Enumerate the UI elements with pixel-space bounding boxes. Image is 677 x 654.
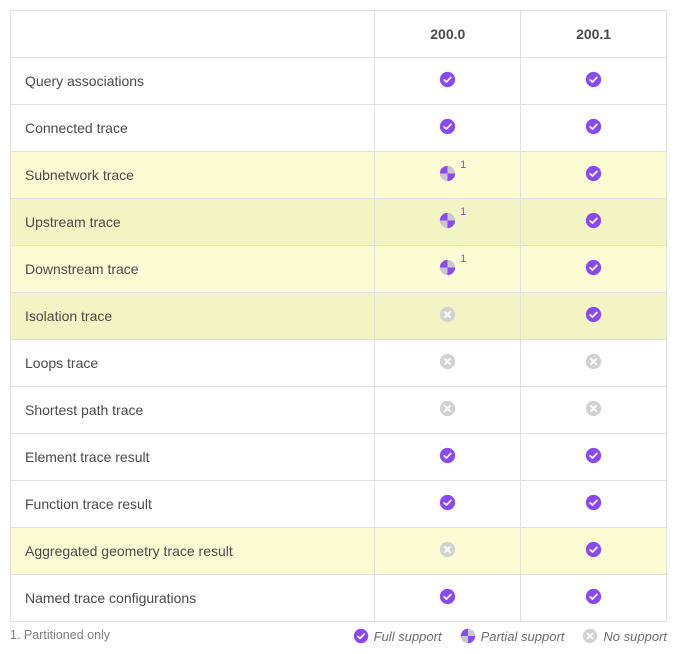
no-support-icon (439, 306, 456, 323)
no-support-icon (439, 400, 456, 417)
footnote: 1. Partitioned only (10, 628, 110, 642)
table-row: Shortest path trace (11, 387, 667, 434)
table-row: Subnetwork trace 1 (11, 152, 667, 199)
support-cell (521, 293, 667, 340)
full-support-icon (439, 447, 456, 464)
col-header-empty (11, 11, 375, 58)
support-cell (521, 246, 667, 293)
full-support-icon (353, 628, 369, 644)
legend-partial-label: Partial support (481, 629, 565, 644)
full-support-icon (585, 494, 602, 511)
row-label: Loops trace (11, 340, 375, 387)
table-row: Named trace configurations (11, 575, 667, 622)
support-cell (521, 434, 667, 481)
support-cell: 1 (375, 199, 521, 246)
partial-support-icon (460, 628, 476, 644)
support-cell (375, 58, 521, 105)
no-support-icon (585, 353, 602, 370)
support-cell (375, 481, 521, 528)
table-row: Connected trace (11, 105, 667, 152)
row-label: Element trace result (11, 434, 375, 481)
no-support-icon (585, 400, 602, 417)
full-support-icon (439, 588, 456, 605)
row-label: Upstream trace (11, 199, 375, 246)
legend-none-label: No support (603, 629, 667, 644)
legend-full-label: Full support (374, 629, 442, 644)
legend-full: Full support (353, 628, 442, 644)
support-cell (521, 481, 667, 528)
footnote-ref: 1 (460, 159, 466, 171)
row-label: Subnetwork trace (11, 152, 375, 199)
full-support-icon (439, 118, 456, 135)
support-cell (375, 434, 521, 481)
col-header-200-0: 200.0 (375, 11, 521, 58)
row-label: Function trace result (11, 481, 375, 528)
support-cell (375, 528, 521, 575)
full-support-icon (585, 212, 602, 229)
support-cell (375, 387, 521, 434)
table-row: Element trace result (11, 434, 667, 481)
full-support-icon (585, 588, 602, 605)
full-support-icon (585, 306, 602, 323)
col-header-200-1: 200.1 (521, 11, 667, 58)
support-cell (375, 293, 521, 340)
row-label: Shortest path trace (11, 387, 375, 434)
support-cell (521, 528, 667, 575)
footnote-ref: 1 (460, 253, 466, 265)
partial-support-icon (439, 212, 456, 229)
table-row: Function trace result (11, 481, 667, 528)
full-support-icon (585, 165, 602, 182)
table-row: Isolation trace (11, 293, 667, 340)
support-cell (375, 340, 521, 387)
support-cell (521, 105, 667, 152)
support-cell: 1 (375, 152, 521, 199)
legend-partial: Partial support (460, 628, 565, 644)
no-support-icon (582, 628, 598, 644)
support-cell (521, 152, 667, 199)
partial-support-icon (439, 259, 456, 276)
table-row: Aggregated geometry trace result (11, 528, 667, 575)
row-label: Aggregated geometry trace result (11, 528, 375, 575)
table-row: Loops trace (11, 340, 667, 387)
row-label: Connected trace (11, 105, 375, 152)
full-support-icon (585, 71, 602, 88)
full-support-icon (585, 447, 602, 464)
full-support-icon (585, 541, 602, 558)
support-cell (521, 199, 667, 246)
support-cell (375, 105, 521, 152)
no-support-icon (439, 353, 456, 370)
support-cell (521, 58, 667, 105)
table-row: Downstream trace 1 (11, 246, 667, 293)
row-label: Named trace configurations (11, 575, 375, 622)
row-label: Isolation trace (11, 293, 375, 340)
footnote-ref: 1 (460, 206, 466, 218)
legend-none: No support (582, 628, 667, 644)
support-cell (521, 340, 667, 387)
table-row: Query associations (11, 58, 667, 105)
support-matrix-table: 200.0 200.1 Query associationsConnected … (10, 10, 667, 622)
row-label: Query associations (11, 58, 375, 105)
table-row: Upstream trace 1 (11, 199, 667, 246)
support-cell: 1 (375, 246, 521, 293)
full-support-icon (585, 259, 602, 276)
legend: Full support Partial support No support (353, 628, 667, 644)
table-footer: 1. Partitioned only Full support Partial… (10, 628, 667, 644)
full-support-icon (439, 71, 456, 88)
full-support-icon (439, 494, 456, 511)
support-cell (375, 575, 521, 622)
row-label: Downstream trace (11, 246, 375, 293)
full-support-icon (585, 118, 602, 135)
support-cell (521, 387, 667, 434)
partial-support-icon (439, 165, 456, 182)
no-support-icon (439, 541, 456, 558)
support-cell (521, 575, 667, 622)
